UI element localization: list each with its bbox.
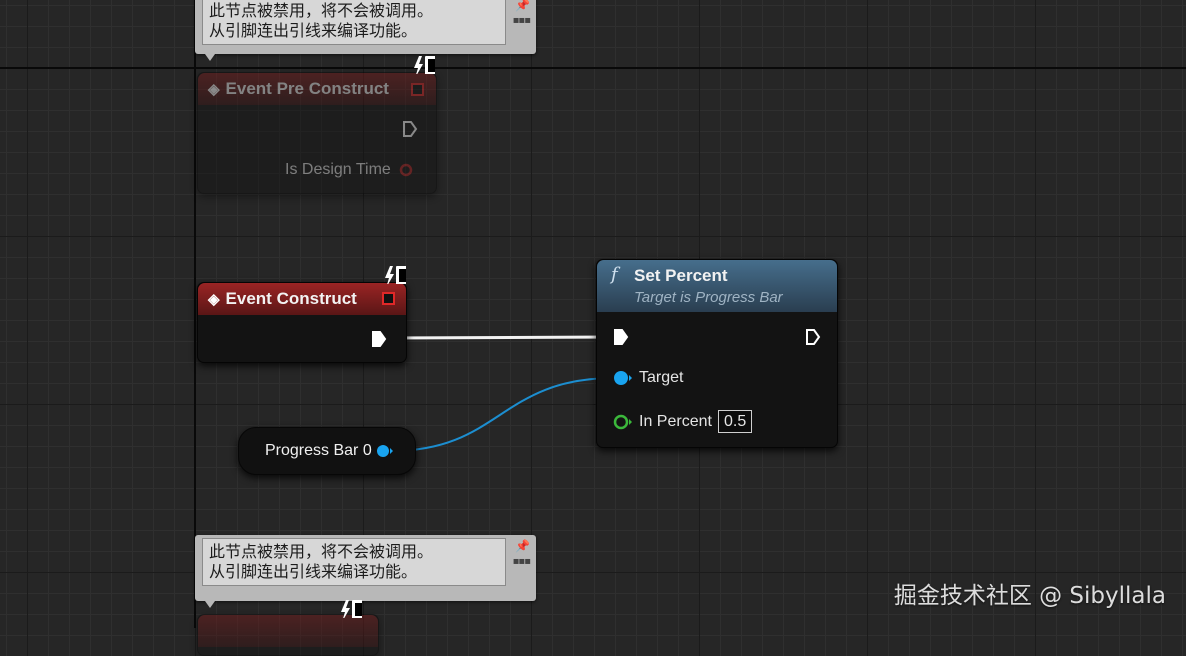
- function-f-icon: f: [611, 264, 618, 285]
- exec-output-pin[interactable]: [805, 328, 821, 346]
- target-input-pin[interactable]: [612, 370, 634, 386]
- is-design-time-label: Is Design Time: [285, 161, 391, 178]
- delegate-pin[interactable]: [382, 292, 395, 305]
- event-pre-construct-node[interactable]: ◈ Event Pre Construct Is Design Time: [197, 72, 437, 194]
- event-node-partial-header: [198, 615, 378, 647]
- disabled-comment-bubble-top[interactable]: 此节点被禁用，将不会被调用。 从引脚连出引线来编译功能。 📌 ▪▪▪: [195, 0, 536, 61]
- bool-pin[interactable]: [398, 162, 414, 178]
- monitor-lightning-icon: [385, 266, 406, 284]
- set-percent-header[interactable]: f Set Percent Target is Progress Bar: [597, 260, 837, 312]
- monitor-lightning-icon: [414, 56, 435, 74]
- pushpin-icon[interactable]: 📌: [515, 0, 530, 12]
- event-construct-title: Event Construct: [225, 289, 357, 308]
- event-construct-header[interactable]: ◈ Event Construct: [198, 283, 406, 315]
- disabled-comment-text: 此节点被禁用，将不会被调用。 从引脚连出引线来编译功能。: [202, 538, 506, 586]
- pushpin-icon[interactable]: 📌: [515, 539, 530, 553]
- in-percent-pin-label: In Percent: [639, 413, 712, 430]
- wires-layer: [388, 335, 615, 452]
- exec-output-pin[interactable]: [371, 330, 387, 348]
- disabled-comment-bubble-bottom[interactable]: 此节点被禁用，将不会被调用。 从引脚连出引线来编译功能。 📌 ▪▪▪: [195, 535, 536, 608]
- delegate-pin[interactable]: [411, 83, 424, 96]
- comment-tail: [205, 601, 215, 608]
- target-pin-label: Target: [639, 369, 684, 386]
- comment-options-icon[interactable]: ▪▪▪: [513, 15, 531, 26]
- event-pre-construct-header[interactable]: ◈ Event Pre Construct: [198, 73, 436, 105]
- set-percent-subtitle: Target is Progress Bar: [634, 289, 783, 306]
- event-construct-node[interactable]: ◈ Event Construct: [197, 282, 407, 363]
- set-percent-title: Set Percent: [634, 266, 728, 285]
- progress-bar-variable-node[interactable]: Progress Bar 0: [238, 427, 416, 475]
- exec-output-pin[interactable]: [402, 120, 418, 138]
- exec-input-pin[interactable]: [613, 328, 629, 346]
- exec-wire[interactable]: [388, 335, 613, 340]
- comment-tail: [205, 54, 215, 61]
- object-output-pin[interactable]: [375, 443, 395, 459]
- in-percent-value-field[interactable]: 0.5: [718, 410, 753, 433]
- event-node-partial[interactable]: [197, 614, 379, 656]
- event-pre-construct-title: Event Pre Construct: [225, 79, 389, 98]
- monitor-lightning-icon: [341, 600, 362, 618]
- progress-bar-variable-label: Progress Bar 0: [265, 442, 372, 459]
- watermark: 掘金技术社区 @ Sibyllala: [893, 583, 1166, 609]
- comment-options-icon[interactable]: ▪▪▪: [513, 556, 531, 567]
- event-diamond-icon: ◈: [208, 81, 220, 98]
- event-diamond-icon: ◈: [208, 291, 220, 308]
- in-percent-input-pin[interactable]: [612, 414, 634, 430]
- target-wire[interactable]: [390, 377, 615, 452]
- disabled-comment-text: 此节点被禁用，将不会被调用。 从引脚连出引线来编译功能。: [202, 0, 506, 45]
- set-percent-node[interactable]: f Set Percent Target is Progress Bar Tar…: [596, 259, 838, 448]
